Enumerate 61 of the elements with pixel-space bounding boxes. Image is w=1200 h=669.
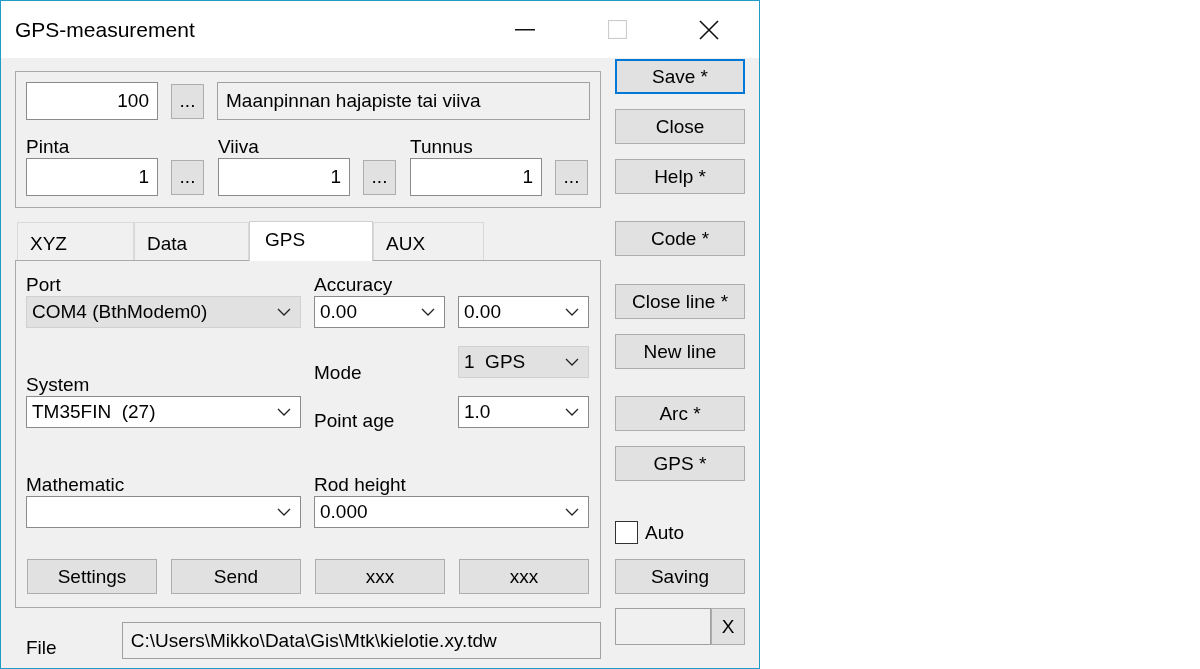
file-label: File bbox=[25, 637, 58, 659]
side-button[interactable]: Close bbox=[615, 109, 745, 144]
close-icon[interactable] bbox=[699, 19, 719, 40]
tab[interactable]: Data bbox=[134, 222, 249, 260]
side-button[interactable]: Help * bbox=[615, 159, 745, 194]
tab[interactable]: GPS bbox=[249, 221, 373, 261]
panel-button[interactable]: Send bbox=[171, 559, 301, 594]
chevron-icon bbox=[565, 308, 579, 316]
number-field[interactable]: 1 bbox=[26, 158, 158, 196]
field-label: Pinta bbox=[26, 136, 71, 158]
dropdown[interactable] bbox=[26, 496, 301, 528]
field-label: Viiva bbox=[218, 136, 260, 158]
file-path-field: C:\Users\Mikko\Data\Gis\Mtk\kielotie.xy.tdw bbox=[121, 622, 601, 659]
panel-button[interactable]: Settings bbox=[27, 559, 157, 594]
panel-button[interactable]: xxx bbox=[315, 559, 445, 594]
dropdown[interactable]: 1 GPS bbox=[458, 346, 589, 378]
field-label: Point age bbox=[314, 410, 395, 431]
dropdown[interactable]: 0.000 bbox=[314, 496, 589, 528]
window-title: GPS-measurement bbox=[15, 17, 196, 42]
side-button[interactable]: New line bbox=[615, 334, 745, 369]
side-button[interactable]: Code * bbox=[615, 221, 745, 256]
tab[interactable]: XYZ bbox=[17, 222, 134, 260]
field-label: Mode bbox=[314, 362, 362, 383]
chevron-icon bbox=[277, 508, 291, 516]
chevron-icon bbox=[277, 408, 291, 416]
dropdown[interactable]: 1.0 bbox=[458, 396, 589, 428]
browse-button[interactable]: ... bbox=[171, 159, 204, 195]
side-button[interactable]: Save * bbox=[615, 59, 745, 94]
number-field[interactable]: 100 bbox=[26, 82, 158, 120]
text-field[interactable] bbox=[615, 608, 711, 645]
chevron-icon bbox=[565, 358, 579, 366]
dropdown[interactable]: 0.00 bbox=[314, 296, 445, 328]
field-label: Tunnus bbox=[410, 136, 474, 158]
chevron-icon bbox=[421, 308, 435, 316]
clear-button[interactable]: X bbox=[711, 608, 745, 645]
description-field: Maanpinnan hajapiste tai viiva bbox=[217, 82, 590, 120]
field-label: Mathematic bbox=[26, 474, 125, 495]
field-label: Port bbox=[26, 274, 61, 295]
dropdown[interactable]: TM35FIN (27) bbox=[26, 396, 301, 428]
number-field[interactable]: 1 bbox=[218, 158, 350, 196]
number-field[interactable]: 1 bbox=[410, 158, 542, 196]
side-button[interactable]: Arc * bbox=[615, 396, 745, 431]
chevron-icon bbox=[277, 308, 291, 316]
tab[interactable]: AUX bbox=[373, 222, 484, 260]
checkbox[interactable] bbox=[615, 521, 638, 544]
chevron-icon bbox=[565, 508, 579, 516]
side-button[interactable]: GPS * bbox=[615, 446, 745, 481]
dropdown[interactable]: COM4 (BthModem0) bbox=[26, 296, 301, 328]
field-label: System bbox=[26, 374, 90, 395]
minimize-icon[interactable] bbox=[515, 28, 535, 31]
field-label: Rod height bbox=[314, 474, 406, 495]
browse-button[interactable]: ... bbox=[363, 159, 396, 195]
browse-button[interactable]: ... bbox=[555, 159, 588, 195]
field-label: Accuracy bbox=[314, 274, 393, 295]
checkbox-label: Auto bbox=[645, 521, 685, 544]
side-button[interactable]: Close line * bbox=[615, 284, 745, 319]
browse-button[interactable]: ... bbox=[171, 83, 204, 119]
chevron-icon bbox=[565, 408, 579, 416]
panel-button[interactable]: xxx bbox=[459, 559, 589, 594]
side-button[interactable]: Saving bbox=[615, 559, 745, 594]
dropdown[interactable]: 0.00 bbox=[458, 296, 589, 328]
